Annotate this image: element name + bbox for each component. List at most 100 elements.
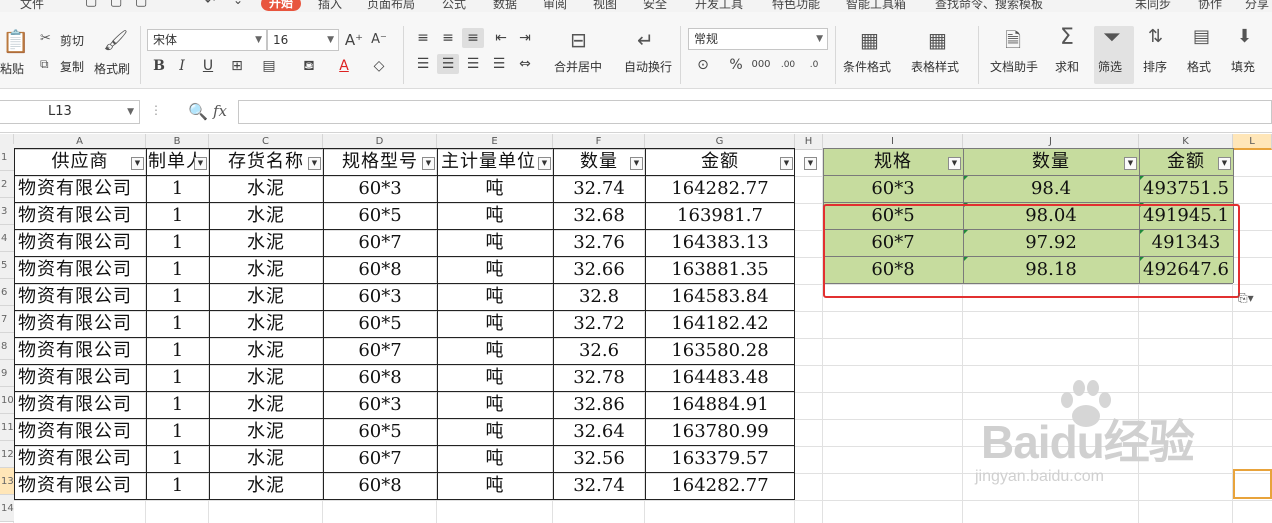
menu-home[interactable]: 开始: [261, 0, 302, 11]
row-header-6[interactable]: 6: [0, 279, 14, 306]
table-cell[interactable]: 物资有限公司: [14, 202, 146, 229]
row-header-10[interactable]: 10: [0, 387, 14, 414]
table-cell[interactable]: 60*3: [323, 391, 437, 418]
cut-button[interactable]: 剪切: [60, 32, 84, 49]
doc-assistant-button[interactable]: 文档助手: [990, 58, 1038, 75]
indent-increase-icon[interactable]: ⇥: [514, 28, 536, 48]
table-cell[interactable]: 吨: [437, 364, 553, 391]
align-center-icon[interactable]: ☰: [437, 54, 459, 74]
table-cell[interactable]: 物资有限公司: [14, 364, 146, 391]
fill-button[interactable]: 填充: [1231, 58, 1255, 75]
summary-cell[interactable]: 98.4: [963, 175, 1139, 202]
decrease-decimal-icon[interactable]: .0: [803, 55, 825, 75]
column-header-h[interactable]: H: [795, 134, 823, 150]
table-cell[interactable]: 60*3: [323, 175, 437, 202]
table-cell[interactable]: 物资有限公司: [14, 337, 146, 364]
print-icon[interactable]: ▢: [110, 0, 122, 9]
sort-button[interactable]: 排序: [1143, 58, 1167, 75]
row-header-2[interactable]: 2: [0, 171, 14, 198]
table-cell[interactable]: 物资有限公司: [14, 472, 146, 499]
table-cell[interactable]: 吨: [437, 256, 553, 283]
table-cell[interactable]: 1: [146, 472, 209, 499]
copy-button[interactable]: 复制: [60, 58, 84, 75]
align-right-icon[interactable]: ☰: [462, 54, 484, 74]
filter-dropdown-button[interactable]: ▼: [422, 157, 435, 170]
table-cell[interactable]: 32.56: [553, 445, 645, 472]
table-cell[interactable]: 1: [146, 445, 209, 472]
format-painter-button[interactable]: 格式刷: [94, 60, 130, 77]
table-cell[interactable]: 1: [146, 229, 209, 256]
formula-input[interactable]: [238, 100, 1272, 124]
preview-icon[interactable]: ▢: [135, 0, 147, 9]
underline-icon[interactable]: U: [197, 56, 219, 76]
table-cell[interactable]: 164383.13: [645, 229, 795, 256]
table-cell[interactable]: 物资有限公司: [14, 283, 146, 310]
redo-dropdown-icon[interactable]: ⌄: [233, 0, 243, 7]
table-cell[interactable]: 吨: [437, 337, 553, 364]
table-cell[interactable]: 32.72: [553, 310, 645, 337]
row-header-12[interactable]: 12: [0, 441, 14, 468]
row-header-14[interactable]: 14: [0, 495, 14, 522]
menu-page-layout[interactable]: 页面布局: [367, 0, 415, 12]
merge-center-button[interactable]: 合并居中: [554, 58, 602, 75]
row-header-5[interactable]: 5: [0, 252, 14, 279]
menu-collaborate[interactable]: 协作: [1198, 0, 1222, 12]
table-cell[interactable]: 32.74: [553, 175, 645, 202]
font-color-icon[interactable]: A: [333, 56, 355, 76]
table-cell[interactable]: 1: [146, 337, 209, 364]
table-cell[interactable]: 物资有限公司: [14, 445, 146, 472]
table-cell[interactable]: 水泥: [209, 229, 323, 256]
row-header-1[interactable]: 1: [0, 144, 14, 171]
table-cell[interactable]: 163379.57: [645, 445, 795, 472]
conditional-format-button[interactable]: 条件格式: [843, 58, 891, 75]
filter-dropdown-button[interactable]: ▼: [804, 157, 817, 170]
table-cell[interactable]: 吨: [437, 229, 553, 256]
table-cell[interactable]: 吨: [437, 445, 553, 472]
font-size-select[interactable]: 16 ▼: [267, 29, 339, 51]
active-cell[interactable]: [1233, 469, 1272, 499]
table-cell[interactable]: 60*8: [323, 256, 437, 283]
table-cell[interactable]: 164884.91: [645, 391, 795, 418]
table-cell[interactable]: 164282.77: [645, 175, 795, 202]
filter-dropdown-button[interactable]: ▼: [131, 157, 144, 170]
filter-button[interactable]: 筛选: [1098, 58, 1122, 75]
table-cell[interactable]: 物资有限公司: [14, 418, 146, 445]
undo-icon[interactable]: ↶: [205, 0, 215, 8]
table-cell[interactable]: 1: [146, 175, 209, 202]
indent-decrease-icon[interactable]: ⇤: [490, 28, 512, 48]
table-cell[interactable]: 物资有限公司: [14, 310, 146, 337]
table-cell[interactable]: 1: [146, 391, 209, 418]
table-cell[interactable]: 60*5: [323, 418, 437, 445]
table-cell[interactable]: 1: [146, 283, 209, 310]
menu-file[interactable]: 文件: [20, 0, 44, 12]
distribute-icon[interactable]: ⇔: [514, 54, 536, 74]
menu-review[interactable]: 审阅: [543, 0, 567, 12]
table-cell[interactable]: 水泥: [209, 175, 323, 202]
table-cell[interactable]: 吨: [437, 418, 553, 445]
table-cell[interactable]: 物资有限公司: [14, 256, 146, 283]
table-cell[interactable]: 60*3: [323, 283, 437, 310]
align-left-icon[interactable]: ☰: [412, 54, 434, 74]
table-cell[interactable]: 1: [146, 202, 209, 229]
drag-handle-icon[interactable]: ⋮: [150, 103, 162, 117]
align-bottom-icon[interactable]: ≡: [462, 28, 484, 48]
menu-data[interactable]: 数据: [493, 0, 517, 12]
sum-button[interactable]: 求和: [1055, 58, 1079, 75]
decrease-font-icon[interactable]: A⁻: [368, 30, 390, 50]
command-search[interactable]: 查找命令、搜索模板: [935, 0, 1043, 12]
filter-dropdown-button[interactable]: ▼: [948, 157, 961, 170]
wrap-text-button[interactable]: 自动换行: [624, 58, 672, 75]
column-header-l[interactable]: L: [1233, 134, 1272, 150]
summary-cell[interactable]: 60*3: [823, 175, 963, 202]
justify-icon[interactable]: ☰: [488, 54, 510, 74]
table-cell[interactable]: 164483.48: [645, 364, 795, 391]
table-cell[interactable]: 物资有限公司: [14, 391, 146, 418]
filter-dropdown-button[interactable]: ▼: [194, 157, 207, 170]
menu-developer[interactable]: 开发工具: [695, 0, 743, 12]
table-cell[interactable]: 1: [146, 418, 209, 445]
paste-button[interactable]: 粘贴: [0, 60, 24, 77]
increase-decimal-icon[interactable]: .00: [777, 55, 799, 75]
filter-dropdown-button[interactable]: ▼: [308, 157, 321, 170]
table-cell[interactable]: 水泥: [209, 283, 323, 310]
table-cell[interactable]: 水泥: [209, 472, 323, 499]
